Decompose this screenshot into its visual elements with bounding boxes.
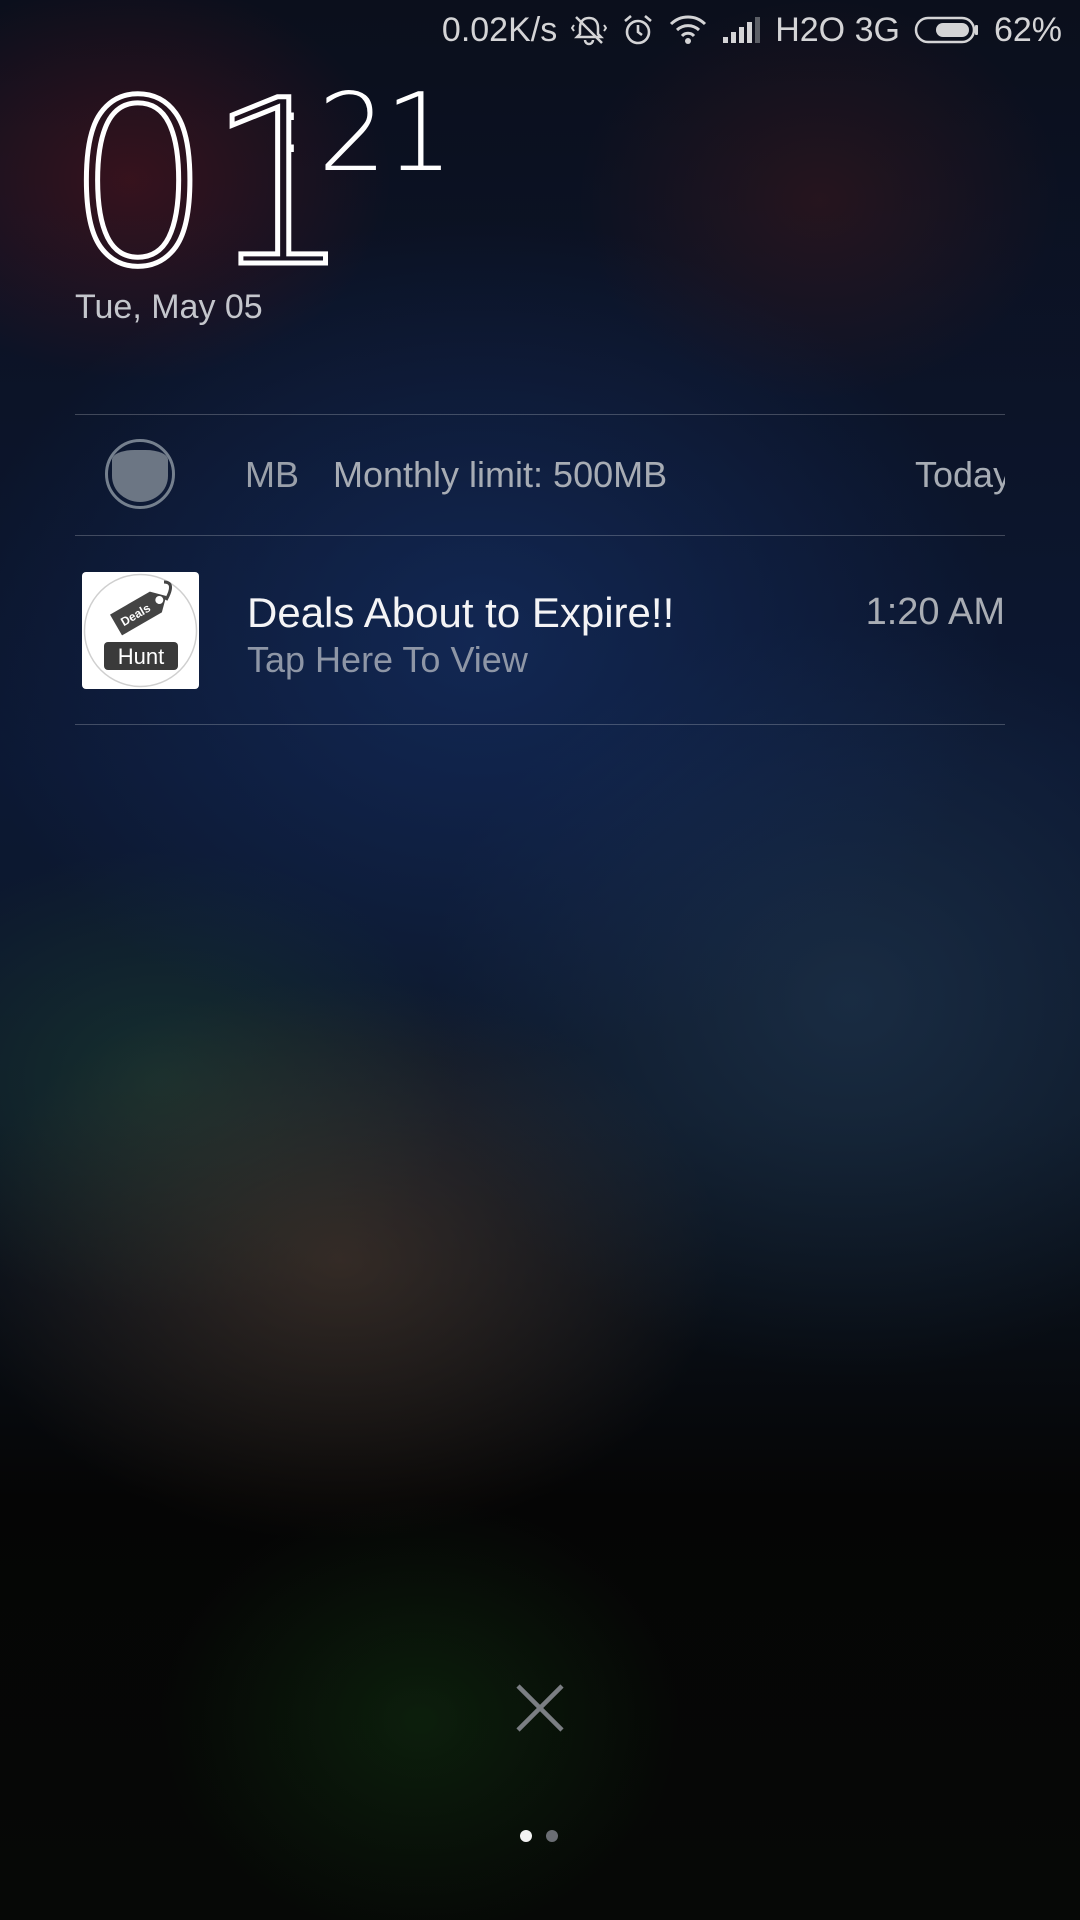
data-usage-icon [105, 439, 175, 509]
notification-deals[interactable]: Deals Hunt Deals About to Expire!! Tap H… [75, 535, 1005, 725]
page-dot-2[interactable] [546, 1830, 558, 1842]
data-usage-text: Monthly limit: 500MB [333, 454, 668, 495]
notification-time: 1:20 AM [865, 591, 1005, 633]
clock-hours: 01 [63, 51, 354, 317]
notification-data-usage[interactable]: MB Monthly limit: 500MB Today [75, 414, 1005, 535]
clear-notifications-button[interactable] [512, 1680, 568, 1736]
notification-time: Today [915, 454, 1005, 495]
page-dot-1[interactable] [520, 1830, 532, 1842]
vibrate-icon [571, 12, 608, 48]
date-label: Tue, May 05 [75, 288, 263, 326]
wifi-icon [669, 14, 707, 46]
page-indicator [520, 1830, 558, 1842]
signal-icon [721, 15, 761, 45]
notification-subtitle: Tap Here To View [247, 639, 528, 680]
deals-hunt-icon: Deals Hunt [82, 572, 199, 689]
battery-icon [914, 15, 980, 45]
icon-hunt-text: Hunt [118, 644, 164, 669]
close-icon [516, 1684, 564, 1732]
battery-percent: 62% [993, 10, 1062, 49]
divider [75, 724, 1005, 725]
alarm-icon [621, 13, 655, 47]
carrier-label: H2O 3G [775, 10, 900, 49]
net-speed: 0.02K/s [441, 10, 558, 49]
data-usage-partial: MB [245, 454, 299, 495]
notification-title: Deals About to Expire!! [247, 589, 675, 636]
clock-minutes: 21 [318, 71, 453, 196]
status-bar: 0.02K/s H2O 3G 62% [442, 0, 1062, 60]
clock-colon: : [280, 85, 301, 168]
